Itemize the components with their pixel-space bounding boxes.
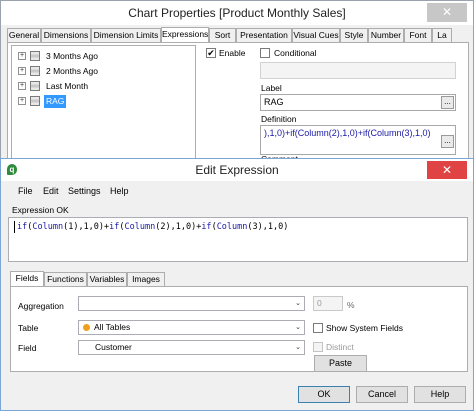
chart-properties-titlebar: Chart Properties [Product Monthly Sales] <box>1 1 473 25</box>
expr-token: if <box>201 222 212 232</box>
tab-dimensions[interactable]: Dimensions <box>41 28 91 42</box>
qlik-icon: q <box>7 164 17 175</box>
chart-properties-tabs: General Dimensions Dimension Limits Expr… <box>7 27 469 43</box>
menu-file[interactable]: File <box>18 184 33 198</box>
distinct-label: Distinct <box>326 342 354 352</box>
tab-dimension-limits[interactable]: Dimension Limits <box>91 28 161 42</box>
label-field-label: Label <box>261 83 282 93</box>
aggregation-dropdown[interactable]: ⌄ <box>78 296 305 311</box>
expr-token: (1),1,0)+ <box>63 222 110 232</box>
paste-button[interactable]: Paste <box>314 355 367 372</box>
menubar: File Edit Settings Help <box>1 184 473 198</box>
close-icon[interactable]: ✕ <box>427 161 467 179</box>
field-dropdown[interactable]: Customer ⌄ <box>78 340 305 355</box>
tab-functions[interactable]: Functions <box>44 272 87 286</box>
aggregation-number-field: 0 <box>313 296 343 311</box>
chart-expression-icon <box>30 51 40 61</box>
text-caret <box>14 221 15 233</box>
menu-edit[interactable]: Edit <box>43 184 59 198</box>
tree-item-label-selected: RAG <box>44 95 67 108</box>
expression-editor[interactable]: if(Column(1),1,0)+if(Column(2),1,0)+if(C… <box>8 217 468 262</box>
chart-expression-icon <box>30 81 40 91</box>
chart-properties-window: Chart Properties [Product Monthly Sales]… <box>0 0 474 171</box>
table-value: All Tables <box>94 322 131 332</box>
chart-properties-title: Chart Properties [Product Monthly Sales] <box>128 6 346 20</box>
expression-text: if(Column(1),1,0)+if(Column(2),1,0)+if(C… <box>17 222 288 232</box>
enable-label: Enable <box>219 48 246 58</box>
expr-token: Column <box>216 222 248 232</box>
ok-button[interactable]: OK <box>298 386 350 403</box>
definition-label: Definition <box>261 114 297 124</box>
tree-item-label: Last Month <box>46 81 89 91</box>
cancel-button[interactable]: Cancel <box>356 386 408 403</box>
show-system-fields-checkbox[interactable] <box>313 323 323 333</box>
edit-expression-window: Edit Expression q ✕ File Edit Settings H… <box>0 158 474 411</box>
chevron-down-icon: ⌄ <box>295 300 301 307</box>
conditional-checkbox[interactable] <box>260 48 270 58</box>
tab-presentation[interactable]: Presentation <box>236 28 292 42</box>
expand-icon[interactable]: + <box>18 67 26 75</box>
expr-token: Column <box>32 222 64 232</box>
table-dropdown[interactable]: All Tables ⌄ <box>78 320 305 335</box>
chevron-down-icon: ⌄ <box>295 344 301 351</box>
label-field[interactable]: RAG <box>260 94 456 111</box>
chart-expression-icon <box>30 66 40 76</box>
expr-token: (2),1,0)+ <box>155 222 202 232</box>
expand-icon[interactable]: + <box>18 52 26 60</box>
definition-text: ),1,0)+if(Column(2),1,0)+if(Column(3),1,… <box>264 128 431 138</box>
tab-general[interactable]: General <box>7 28 41 42</box>
table-icon <box>83 324 90 331</box>
chart-expression-icon <box>30 96 40 106</box>
menu-settings[interactable]: Settings <box>68 184 101 198</box>
table-label: Table <box>18 323 39 333</box>
expand-icon[interactable]: + <box>18 97 26 105</box>
percent-label: % <box>347 300 355 310</box>
field-label: Field <box>18 343 37 353</box>
tree-item-label: 2 Months Ago <box>46 66 98 76</box>
tab-variables[interactable]: Variables <box>87 272 127 286</box>
tab-fields[interactable]: Fields <box>10 271 44 287</box>
definition-ellipsis-button[interactable]: ... <box>441 135 454 148</box>
tab-layout[interactable]: La <box>432 28 452 42</box>
aggregation-label: Aggregation <box>18 301 64 311</box>
edit-expression-titlebar: Edit Expression <box>1 159 473 181</box>
tree-item-label: 3 Months Ago <box>46 51 98 61</box>
distinct-checkbox[interactable] <box>313 342 323 352</box>
expr-token: (3),1,0) <box>247 222 289 232</box>
definition-field[interactable]: ),1,0)+if(Column(2),1,0)+if(Column(3),1,… <box>260 125 456 155</box>
expr-token: if <box>17 222 28 232</box>
expr-token: if <box>109 222 120 232</box>
tab-visual-cues[interactable]: Visual Cues <box>292 28 340 42</box>
edit-expression-title: Edit Expression <box>195 163 279 177</box>
chevron-down-icon: ⌄ <box>295 324 301 331</box>
label-ellipsis-button[interactable]: ... <box>441 96 454 109</box>
close-icon[interactable]: ✕ <box>427 3 467 22</box>
show-system-fields-label: Show System Fields <box>326 323 403 333</box>
expressions-tree[interactable]: + 3 Months Ago + 2 Months Ago + Last Mon… <box>11 45 196 171</box>
tab-style[interactable]: Style <box>340 28 368 42</box>
expression-status: Expression OK <box>12 205 69 215</box>
field-value: Customer <box>95 342 132 352</box>
menu-help[interactable]: Help <box>110 184 129 198</box>
conditional-label: Conditional <box>274 48 317 58</box>
enable-checkbox[interactable]: ✔ <box>206 48 216 58</box>
conditional-field <box>260 62 456 79</box>
tab-images[interactable]: Images <box>127 272 165 286</box>
help-button[interactable]: Help <box>414 386 466 403</box>
tab-sort[interactable]: Sort <box>209 28 236 42</box>
expr-token: Column <box>124 222 156 232</box>
expand-icon[interactable]: + <box>18 82 26 90</box>
tab-font[interactable]: Font <box>404 28 432 42</box>
tab-expressions[interactable]: Expressions <box>161 27 209 43</box>
tab-number[interactable]: Number <box>368 28 404 42</box>
